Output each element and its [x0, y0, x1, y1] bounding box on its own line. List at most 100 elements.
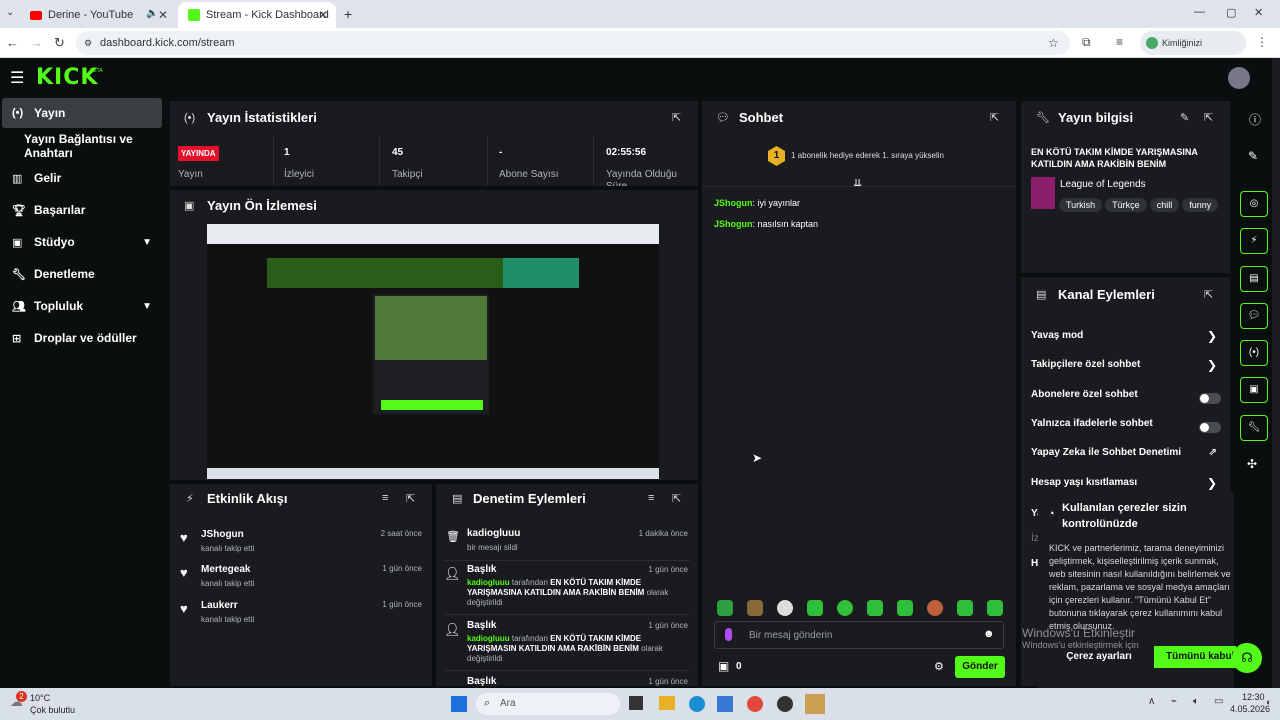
sidebar-item-yayin[interactable]: (•) Yayın [2, 98, 162, 128]
mod-user[interactable]: kadiogluuu [467, 578, 510, 587]
popout-icon[interactable]: ⇱ [1204, 111, 1213, 124]
sidebar-item-studyo[interactable]: ▣ Stüdyo ▼ [2, 227, 162, 257]
taskbar-search[interactable]: ⌕ Ara [476, 693, 620, 715]
clock-time[interactable]: 12:30 [1242, 692, 1265, 702]
mod-user[interactable]: kadiogluuu [467, 634, 510, 643]
maximize-icon[interactable]: ▢ [1226, 6, 1236, 19]
action-ai-moderation[interactable]: Yapay Zeka ile Sohbet Denetimi ⇗ [1031, 447, 1221, 467]
close-tab-icon[interactable]: ✕ [318, 8, 328, 22]
app-icon[interactable] [777, 696, 793, 712]
sidebar-item-gelir[interactable]: ▥ Gelir [2, 163, 162, 193]
emote-icon[interactable] [927, 600, 943, 616]
stream-preview-video[interactable] [207, 224, 659, 479]
info-icon[interactable]: ⓘ [1249, 111, 1261, 128]
start-button-icon[interactable] [451, 696, 467, 712]
chrome-icon[interactable] [747, 696, 763, 712]
browser-menu-icon[interactable]: ⋮ [1256, 35, 1268, 49]
reading-list-icon[interactable]: ≡ [1116, 35, 1123, 49]
action-emote-only[interactable]: Yalnızca ifadelerle sohbet [1031, 418, 1221, 438]
edit-pencil-icon[interactable]: ✎ [1180, 111, 1189, 124]
rail-document-button[interactable]: ▤ [1240, 266, 1268, 292]
mod-user[interactable]: kadiogluuu [467, 528, 520, 539]
speaker-icon[interactable]: 🔈 [146, 8, 158, 19]
verify-identity-button[interactable]: Kimliğinizi doğrulayın [1140, 31, 1246, 72]
emote-icon[interactable] [987, 600, 1003, 616]
minimize-icon[interactable]: — [1194, 6, 1205, 18]
emote-icon[interactable] [777, 600, 793, 616]
network-icon[interactable]: ⌁ [1171, 696, 1177, 707]
rail-lightning-button[interactable]: ⚡︎ [1240, 228, 1268, 254]
chat-input[interactable]: Bir mesaj gönderin ☻ [714, 621, 1004, 649]
emoji-icon[interactable]: ☻ [983, 628, 995, 640]
weather-temp[interactable]: 10°C [30, 693, 50, 703]
rail-camera-button[interactable]: ◎ [1240, 191, 1268, 217]
store-icon[interactable] [717, 696, 733, 712]
task-view-icon[interactable] [629, 696, 643, 710]
sub-gift-banner[interactable]: 1 1 abonelik hediye ederek 1. sıraya yük… [702, 140, 1016, 174]
popout-icon[interactable]: ⇱ [406, 492, 415, 505]
tab-search-icon[interactable]: ⌄ [6, 7, 14, 18]
mic-icon[interactable] [725, 628, 732, 641]
support-chat-button[interactable]: ☊ [1232, 643, 1262, 673]
bookmark-star-icon[interactable]: ☆ [1048, 31, 1059, 55]
filter-icon[interactable]: ≡ [382, 492, 388, 504]
emote-icon[interactable] [867, 600, 883, 616]
pinned-collapse-icon[interactable]: ⇊ [853, 177, 862, 190]
emote-icon[interactable] [837, 600, 853, 616]
file-explorer-icon[interactable] [659, 696, 675, 710]
chat-username[interactable]: JShogun [714, 219, 753, 229]
emote-icon[interactable] [747, 600, 763, 616]
feed-user[interactable]: Mertegeak [201, 564, 250, 575]
filter-icon[interactable]: ≡ [648, 492, 654, 504]
sidebar-item-droplar[interactable]: ⊞ Droplar ve ödüller [2, 323, 162, 353]
edge-icon[interactable] [689, 696, 705, 712]
sidebar-item-topluluk[interactable]: 👥︎ Topluluk ▼ [2, 291, 162, 321]
tag-chip[interactable]: chill [1149, 198, 1180, 212]
extensions-icon[interactable]: ⧉ [1082, 35, 1091, 50]
new-tab-icon[interactable]: + [344, 6, 352, 22]
user-avatar[interactable] [1228, 67, 1250, 89]
popout-icon[interactable]: ⇱ [672, 111, 681, 124]
rail-actions-button[interactable]: ▣ [1240, 377, 1268, 403]
volume-icon[interactable]: 🔈︎ [1193, 696, 1199, 707]
battery-icon[interactable]: ▭ [1214, 696, 1223, 707]
emote-icon[interactable] [957, 600, 973, 616]
popout-icon[interactable]: ⇱ [672, 492, 681, 505]
tray-chevron-icon[interactable]: ∧ [1148, 696, 1155, 707]
category-thumbnail[interactable] [1031, 177, 1055, 209]
action-subs-only[interactable]: Abonelere özel sohbet [1031, 389, 1221, 409]
action-slow-mode[interactable]: Yavaş mod ❯ [1031, 329, 1221, 350]
forward-icon[interactable]: → [30, 35, 43, 50]
sidebar-item-stream-key[interactable]: Yayın Bağlantısı ve Anahtarı [2, 131, 162, 161]
tag-chip[interactable]: funny [1182, 198, 1219, 212]
close-tab-icon[interactable]: ✕ [158, 8, 168, 22]
points-icon[interactable]: ▣ [718, 659, 729, 673]
popout-icon[interactable]: ⇱ [990, 111, 999, 124]
send-button[interactable]: Gönder [955, 656, 1005, 678]
subs-only-toggle[interactable] [1199, 393, 1221, 404]
pencil-icon[interactable]: ✎ [1248, 149, 1258, 163]
notification-icon[interactable]: ◐ [1266, 697, 1271, 707]
add-widget-icon[interactable]: ✣ [1247, 457, 1257, 471]
popout-icon[interactable]: ⇱ [1204, 288, 1213, 301]
emote-only-toggle[interactable] [1199, 422, 1221, 433]
close-window-icon[interactable]: ✕ [1254, 6, 1263, 19]
chat-username[interactable]: JShogun [714, 198, 753, 208]
sidebar-item-denetleme[interactable]: 🔧︎ Denetleme [2, 259, 162, 289]
url-input[interactable]: ⚙ dashboard.kick.com/stream ☆ [76, 31, 1070, 55]
page-scrollbar[interactable] [1272, 58, 1280, 688]
hamburger-menu-icon[interactable]: ☰ [10, 68, 24, 88]
reload-icon[interactable]: ↻ [54, 35, 65, 51]
rail-wrench-button[interactable]: 🔧︎ [1240, 415, 1268, 441]
site-info-icon[interactable]: ⚙ [84, 31, 92, 55]
emote-icon[interactable] [897, 600, 913, 616]
chat-settings-icon[interactable]: ⚙ [934, 660, 944, 673]
action-followers-only[interactable]: Takipçilere özel sohbet ❯ [1031, 358, 1221, 379]
emote-icon[interactable] [717, 600, 733, 616]
league-icon[interactable] [805, 694, 825, 714]
accept-all-button[interactable]: Tümünü kabul [1154, 646, 1236, 668]
rail-broadcast-button[interactable]: (•) [1240, 340, 1268, 366]
rail-chat-button[interactable]: 💬︎ [1240, 303, 1268, 329]
clock-date[interactable]: 4.05.2026 [1230, 704, 1270, 714]
tag-chip[interactable]: Turkish [1059, 198, 1103, 212]
